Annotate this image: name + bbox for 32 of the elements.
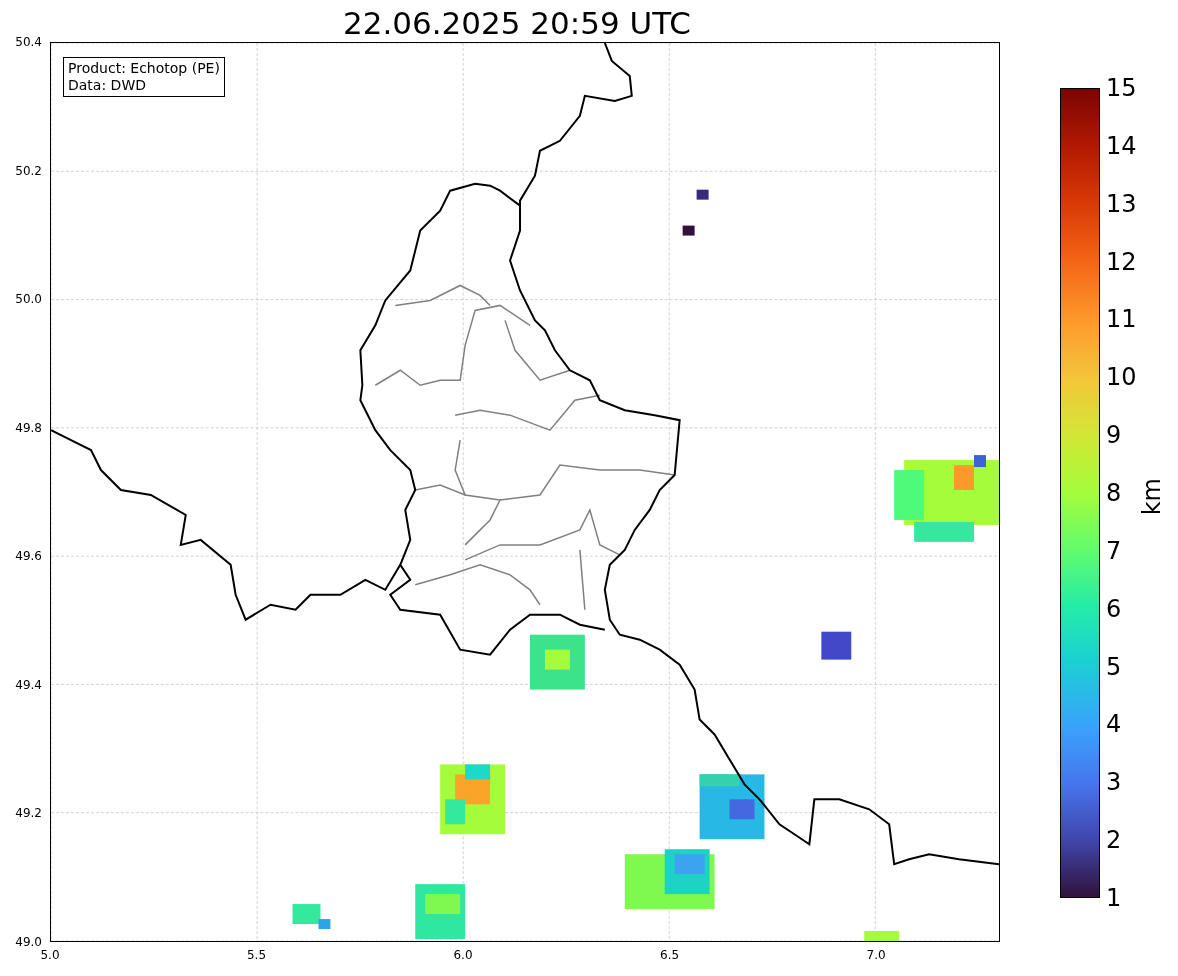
colorbar-tick-label: 12 (1106, 247, 1137, 276)
y-tick-label: 49.0 (15, 935, 42, 949)
x-tick-label: 7.0 (866, 948, 886, 962)
colorbar-tick-label: 15 (1106, 74, 1137, 102)
x-tick-label: 5.0 (40, 948, 60, 962)
colorbar-tick-label: 9 (1106, 421, 1122, 450)
y-tick-label: 50.2 (15, 163, 42, 178)
y-tick-label: 49.4 (15, 677, 42, 692)
colorbar-tick-label: 10 (1106, 363, 1137, 392)
y-tick-label: 49.2 (15, 806, 42, 821)
colorbar-tick-label: 2 (1106, 826, 1122, 855)
colorbar-label: km (1138, 478, 1166, 516)
colorbar-tick-label: 1 (1106, 884, 1122, 912)
y-tick-label: 50.0 (15, 292, 42, 307)
y-tick-label: 49.8 (15, 420, 42, 435)
colorbar-tick-label: 8 (1106, 479, 1122, 507)
x-tick-label: 5.5 (246, 948, 267, 962)
colorbar-tick-label: 11 (1106, 305, 1137, 334)
x-tick-label: 6.5 (660, 948, 680, 962)
colorbar-tick-label: 3 (1106, 768, 1122, 797)
y-tick-label: 50.4 (15, 35, 42, 49)
colorbar-tick-label: 13 (1106, 189, 1137, 218)
chart-title: 22.06.2025 20:59 UTC (343, 4, 691, 42)
colorbar-tick-label: 4 (1106, 710, 1122, 739)
x-tick-label: 6.0 (453, 948, 473, 962)
info-text: Data: DWD (68, 77, 147, 94)
info-text: Product: Echotop (PE) (68, 60, 220, 77)
y-tick-label: 49.6 (15, 549, 42, 564)
colorbar-tick-label: 6 (1106, 594, 1122, 623)
colorbar-tick-label: 14 (1106, 131, 1137, 160)
colorbar-tick-label: 7 (1106, 536, 1122, 565)
colorbar-tick-label: 5 (1106, 652, 1122, 681)
